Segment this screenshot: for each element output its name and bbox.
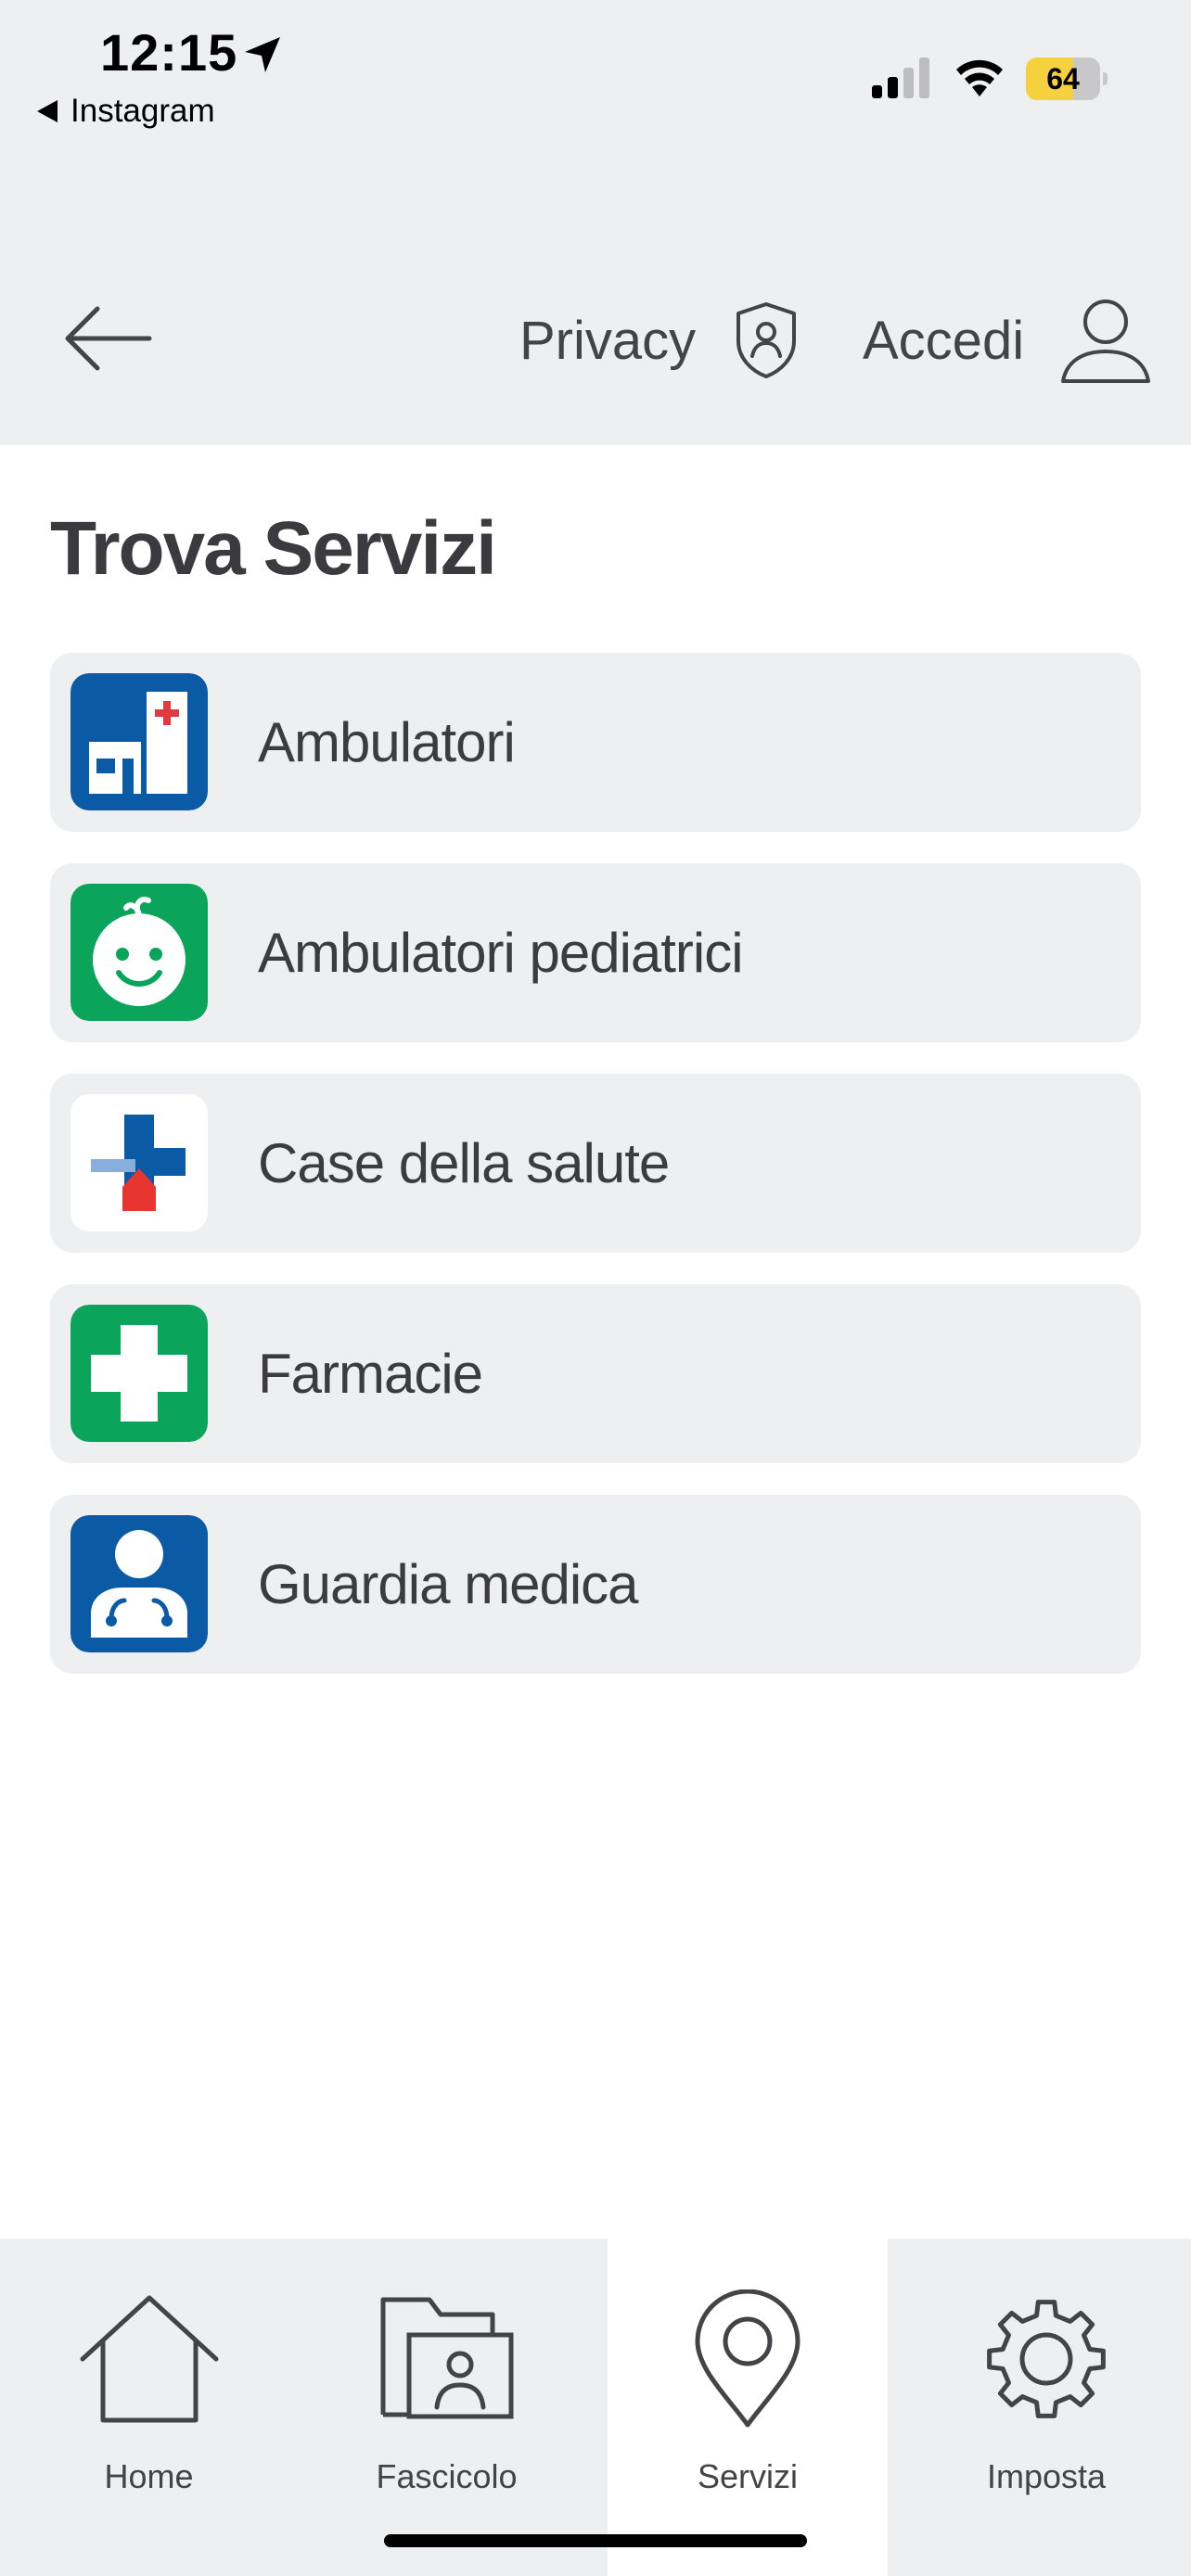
service-label: Ambulatori pediatrici	[258, 922, 744, 984]
app-header: Privacy Accedi	[0, 148, 1191, 445]
service-label: Case della salute	[258, 1132, 670, 1194]
pharmacy-cross-icon	[70, 1305, 208, 1442]
tab-label: Fascicolo	[376, 2457, 518, 2495]
tab-label: Home	[104, 2457, 194, 2495]
battery-level: 64	[1046, 62, 1080, 96]
page-title: Trova Servizi	[50, 506, 497, 591]
service-item-farmacie[interactable]: Farmacie	[50, 1284, 1141, 1463]
back-to-app-link[interactable]: Instagram	[37, 93, 215, 130]
privacy-label: Privacy	[519, 310, 697, 371]
status-time: 12:15	[100, 23, 238, 82]
tab-label: Imposta	[986, 2457, 1107, 2495]
signal-icon	[872, 57, 929, 98]
service-list: Ambulatori Ambulatori pediatrici Case de…	[50, 653, 1141, 1705]
privacy-button[interactable]: Privacy	[519, 289, 800, 391]
health-house-icon	[70, 1094, 208, 1231]
service-label: Guardia medica	[258, 1553, 639, 1615]
arrow-left-icon	[65, 306, 152, 371]
tab-home[interactable]: Home	[0, 2238, 298, 2576]
back-app-label: Instagram	[70, 93, 215, 129]
gear-icon	[987, 2300, 1106, 2418]
home-indicator	[384, 2534, 807, 2547]
clinic-building-icon	[70, 673, 208, 810]
service-label: Ambulatori	[258, 711, 516, 773]
service-label: Farmacie	[258, 1343, 483, 1405]
battery-icon: 64	[1026, 57, 1108, 100]
shield-user-icon	[736, 302, 797, 378]
service-item-case-della-salute[interactable]: Case della salute	[50, 1074, 1141, 1253]
tab-servizi[interactable]: Servizi	[608, 2238, 888, 2576]
tab-label: Servizi	[697, 2457, 799, 2495]
tab-bar: Home Fascicolo Servizi Imposta	[0, 2238, 1191, 2576]
back-button[interactable]	[56, 287, 158, 389]
user-icon	[1061, 300, 1151, 383]
doctor-icon	[70, 1515, 208, 1652]
login-label: Accedi	[863, 310, 1025, 371]
map-pin-icon	[695, 2289, 800, 2428]
tab-fascicolo[interactable]: Fascicolo	[298, 2238, 596, 2576]
folder-user-icon	[380, 2297, 513, 2419]
service-item-ambulatori[interactable]: Ambulatori	[50, 653, 1141, 832]
tab-imposta[interactable]: Imposta	[902, 2238, 1191, 2576]
status-bar: 12:15 Instagram 64	[0, 0, 1191, 148]
back-triangle-icon	[37, 100, 58, 122]
gear-outline	[987, 2300, 1106, 2418]
login-button[interactable]: Accedi	[863, 289, 1152, 391]
home-icon	[80, 2295, 218, 2423]
location-arrow-icon	[245, 37, 280, 72]
wifi-icon	[956, 59, 1003, 96]
baby-face-icon	[70, 884, 208, 1021]
service-item-ambulatori-pediatrici[interactable]: Ambulatori pediatrici	[50, 863, 1141, 1042]
service-item-guardia-medica[interactable]: Guardia medica	[50, 1495, 1141, 1674]
